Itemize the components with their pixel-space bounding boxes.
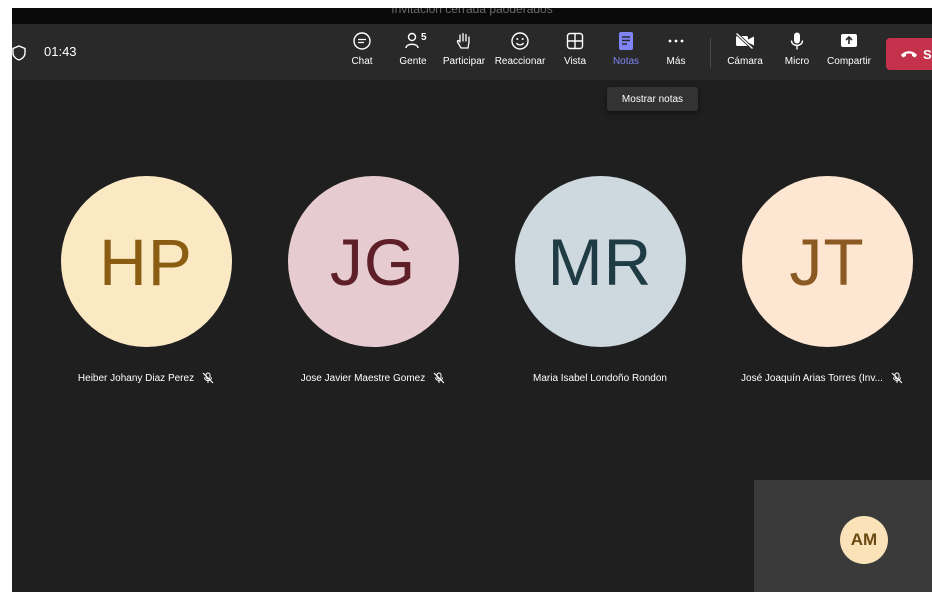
participant-avatar: JG (287, 176, 459, 347)
notes-button[interactable]: Notas (612, 30, 640, 76)
hang-up-icon (901, 51, 917, 58)
participant-name: Maria Isabel Londoño Rondon (533, 372, 667, 384)
raise-hand-label: Participar (442, 56, 486, 67)
people-button[interactable]: 5 Gente (396, 30, 430, 76)
teams-meeting-window: Invitación cerrada paoderados 01:43 Chat… (12, 8, 932, 592)
participant-tile[interactable]: JG (268, 176, 478, 347)
view-button[interactable]: Vista (562, 30, 588, 76)
participant-tile[interactable]: HP (41, 176, 251, 347)
mic-button[interactable]: Micro (782, 30, 812, 76)
react-label: Reaccionar (494, 56, 546, 67)
window-title: Invitación cerrada paoderados (391, 8, 553, 16)
meeting-timer: 01:43 (44, 44, 77, 59)
chat-icon (351, 30, 373, 52)
more-icon (665, 30, 687, 52)
people-label: Gente (399, 56, 427, 67)
people-count-badge: 5 (421, 32, 427, 43)
mic-off-icon (891, 372, 903, 384)
participant-name-row: Jose Javier Maestre Gomez (268, 370, 478, 386)
participant-name-row: Maria Isabel Londoño Rondon (495, 370, 705, 386)
chat-button[interactable]: Chat (346, 30, 378, 76)
leave-button[interactable]: S (886, 38, 932, 70)
self-avatar: AM (840, 516, 888, 564)
camera-label: Cámara (727, 56, 763, 67)
share-button[interactable]: Compartir (824, 30, 874, 76)
participant-avatar: MR (514, 176, 686, 347)
shield-icon (12, 45, 26, 61)
participant-avatar: HP (60, 176, 232, 347)
more-button[interactable]: Más (664, 30, 688, 76)
share-screen-icon (838, 30, 860, 52)
participant-name: José Joaquín Arias Torres (Inv... (741, 372, 883, 384)
more-label: Más (666, 56, 686, 67)
notes-label: Notas (612, 56, 640, 67)
grid-icon (564, 30, 586, 52)
raise-hand-button[interactable]: Participar (440, 30, 488, 76)
share-label: Compartir (827, 56, 871, 67)
participant-tile[interactable]: JT (722, 176, 932, 347)
camera-off-icon (734, 30, 756, 52)
participant-name-row: Heiber Johany Diaz Perez (41, 370, 251, 386)
chat-label: Chat (351, 56, 373, 67)
participant-name-row: José Joaquín Arias Torres (Inv... (712, 370, 932, 386)
leave-label: S (923, 46, 932, 62)
microphone-icon (786, 30, 808, 52)
participant-name: Heiber Johany Diaz Perez (77, 372, 195, 384)
participant-name: Jose Javier Maestre Gomez (300, 372, 426, 384)
react-button[interactable]: Reaccionar (494, 30, 546, 76)
meeting-toolbar: 01:43 Chat 5 Gente Participar Reaccionar… (12, 24, 932, 80)
people-icon: 5 (402, 30, 427, 52)
notes-icon (615, 30, 637, 52)
camera-button[interactable]: Cámara (726, 30, 764, 76)
smiley-icon (509, 30, 531, 52)
mic-off-icon (433, 372, 445, 384)
mic-label: Micro (784, 56, 810, 67)
view-label: Vista (563, 56, 587, 67)
participant-avatar: JT (741, 176, 913, 347)
participant-tile[interactable]: MR (495, 176, 705, 347)
notes-tooltip: Mostrar notas (607, 87, 698, 111)
hand-icon (453, 30, 475, 52)
mic-off-icon (202, 372, 214, 384)
self-view-tile[interactable]: AM (754, 480, 932, 592)
toolbar-divider (710, 38, 711, 68)
title-bar: Invitación cerrada paoderados (12, 8, 932, 24)
